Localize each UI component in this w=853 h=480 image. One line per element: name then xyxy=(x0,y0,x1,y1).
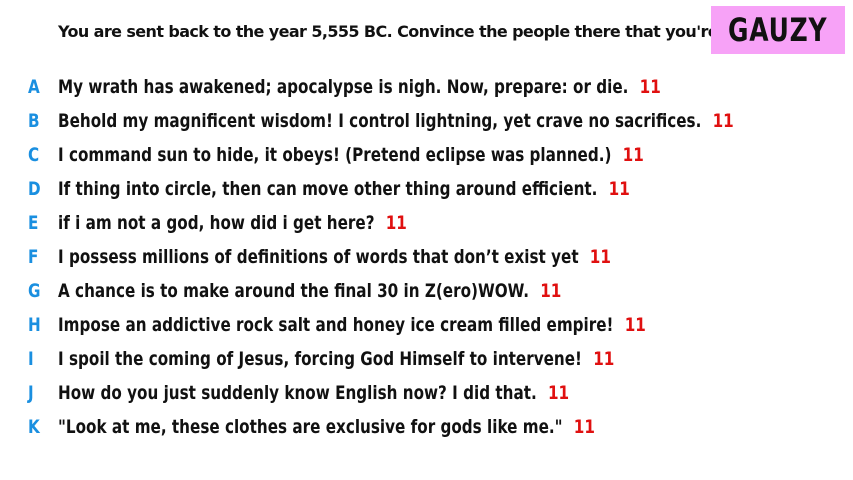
answer-letter: I xyxy=(28,348,34,370)
answer-text: My wrath has awakened; apocalypse is nig… xyxy=(58,76,629,98)
answer-letter: A xyxy=(28,76,40,98)
answer-text: How do you just suddenly know English no… xyxy=(58,382,537,404)
answer-letter: E xyxy=(28,212,39,234)
answer-letter: F xyxy=(28,246,39,268)
answer-score: 11 xyxy=(547,382,570,404)
answer-letter: B xyxy=(28,110,40,132)
answer-text: I possess millions of definitions of wor… xyxy=(58,246,579,268)
answer-text: if i am not a god, how did i get here? xyxy=(58,212,375,234)
answer-score: 11 xyxy=(593,348,615,370)
player-name: GAUZY xyxy=(728,11,828,49)
answer-letter: J xyxy=(28,382,34,404)
answer-text: A chance is to make around the final 30 … xyxy=(58,280,529,302)
answer-letter: H xyxy=(28,314,41,336)
answer-letter: C xyxy=(28,144,40,166)
answer-score: 11 xyxy=(589,246,611,268)
answer-score: 11 xyxy=(573,416,595,438)
answer-letter: K xyxy=(28,416,40,438)
answer-score: 11 xyxy=(639,76,661,98)
answer-score: 11 xyxy=(385,212,407,234)
answer-score: 11 xyxy=(712,110,734,132)
answer-score: 11 xyxy=(608,178,630,200)
answer-text: I command sun to hide, it obeys! (Preten… xyxy=(58,144,612,166)
answer-text: I spoil the coming of Jesus, forcing God… xyxy=(58,348,582,370)
answer-letter: G xyxy=(28,280,41,302)
answer-text: If thing into circle, then can move othe… xyxy=(58,178,598,200)
answer-score: 11 xyxy=(622,144,644,166)
question-prompt: You are sent back to the year 5,555 BC. … xyxy=(58,22,776,41)
answer-text: "Look at me, these clothes are exclusive… xyxy=(58,416,563,438)
answer-score: 11 xyxy=(624,314,646,336)
answer-score: 11 xyxy=(540,280,562,302)
answer-text: Impose an addictive rock salt and honey … xyxy=(58,314,614,336)
answer-text: Behold my magnificent wisdom! I control … xyxy=(58,110,702,132)
answer-letter: D xyxy=(28,178,41,200)
player-name-badge: GAUZY xyxy=(711,6,845,54)
